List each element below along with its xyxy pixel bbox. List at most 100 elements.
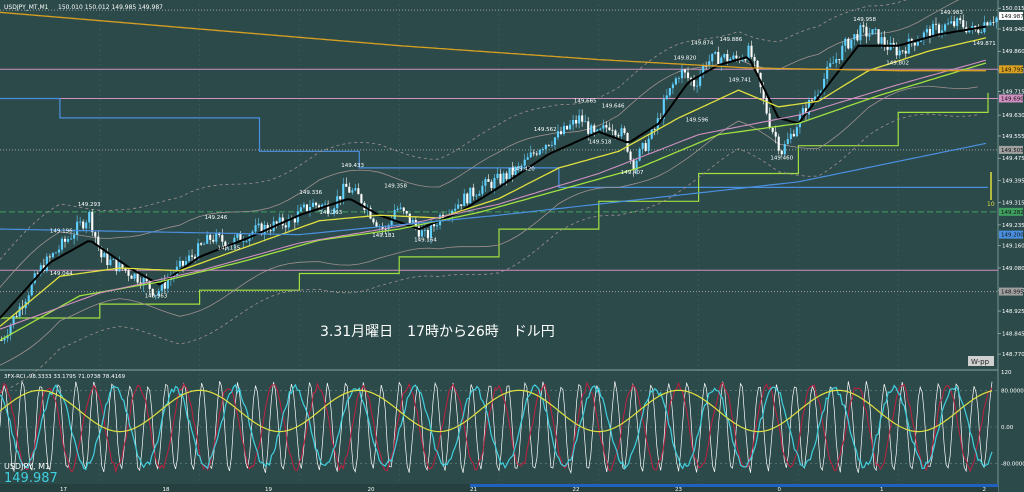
candle-body [242, 241, 245, 243]
candle-body [904, 50, 907, 54]
candle-body [756, 60, 759, 73]
price-label: 149.665 [574, 98, 597, 104]
price-label: 149.871 [973, 41, 996, 47]
time-tick-label: 1 [880, 487, 884, 492]
candle-body [895, 46, 898, 56]
candle-body [620, 128, 623, 137]
price-tag-label: 149.690 [1001, 96, 1024, 102]
price-label: 149.518 [589, 139, 612, 145]
candle-body [469, 187, 472, 204]
candle-body [496, 173, 499, 178]
candle-body [683, 69, 687, 73]
candle-body [841, 45, 844, 60]
candle-body [916, 41, 919, 46]
candle-body [653, 129, 656, 130]
candle-body [299, 207, 302, 212]
price-label: 149.562 [534, 127, 557, 133]
candle-body [541, 148, 544, 150]
candle-body [357, 188, 360, 195]
candle-body [51, 253, 54, 258]
candle-body [487, 179, 490, 182]
price-label: 149.358 [384, 184, 407, 190]
candle-body [30, 283, 33, 296]
candle-body [57, 249, 61, 253]
candle-body [696, 85, 699, 87]
candle-body [212, 239, 215, 242]
candle-body [671, 84, 674, 89]
candle-body [850, 39, 853, 49]
candle-body [402, 207, 405, 212]
vertical-marker-label: 10 [987, 201, 995, 208]
candle-body [94, 232, 97, 237]
candle-body [115, 258, 118, 272]
candle-body [490, 181, 493, 188]
candle-body [339, 196, 342, 200]
candle-body [284, 225, 287, 228]
price-tick-label: 148.770 [1002, 352, 1024, 358]
candle-body [668, 88, 671, 96]
price-label: 149.874 [691, 40, 714, 46]
candle-body [124, 268, 127, 271]
candle-body [726, 54, 729, 62]
price-chart[interactable]: 149.196 149.293 149.044 148.963 149.246 149.1… [0, 0, 1024, 492]
candle-body [711, 53, 714, 62]
candle-body [569, 124, 572, 130]
price-tag-label: 148.995 [1001, 290, 1024, 296]
candle-body [856, 34, 859, 41]
candle-body [54, 252, 58, 254]
candle-body [647, 138, 650, 151]
candle-body [937, 24, 941, 34]
candle-body [399, 207, 402, 209]
candle-body [66, 239, 70, 242]
candle-body [572, 119, 575, 125]
candle-body [544, 144, 547, 149]
candle-body [835, 59, 838, 63]
candle-body [774, 131, 777, 137]
price-label: 148.963 [145, 293, 168, 299]
price-label: 149.196 [50, 229, 73, 235]
candle-body [883, 37, 886, 46]
candle-body [505, 173, 508, 180]
candle-body [874, 29, 877, 31]
candle-body [832, 62, 835, 64]
price-tick-label: 149.160 [1002, 244, 1024, 250]
time-tick-label: 19 [265, 487, 272, 492]
candle-body [478, 193, 481, 196]
candle-body [750, 45, 753, 58]
candle-body [877, 29, 880, 44]
indicator-level-label: 80.0000 [1001, 388, 1024, 394]
price-tick-label: 149.940 [1002, 27, 1024, 33]
price-tag-label: 149.200 [1001, 233, 1024, 239]
candle-body [565, 125, 569, 130]
price-label: 149.433 [341, 163, 364, 169]
candle-body [871, 29, 874, 35]
candle-body [200, 243, 203, 245]
price-label: 149.181 [372, 233, 395, 239]
candle-body [76, 221, 79, 235]
price-label: 149.164 [414, 238, 437, 244]
price-tick-label: 149.860 [1002, 49, 1024, 55]
candle-body [475, 195, 478, 197]
candle-body [732, 55, 735, 59]
candle-body [744, 58, 747, 61]
candle-body [868, 34, 871, 37]
candle-body [765, 97, 768, 114]
candle-body [556, 131, 560, 138]
candle-body [466, 193, 469, 204]
candle-body [408, 213, 411, 223]
candle-body [269, 230, 272, 232]
candle-body [502, 173, 505, 184]
candle-body [665, 95, 668, 100]
candle-body [590, 125, 593, 134]
candle-body [127, 270, 130, 276]
candle-body [934, 23, 938, 25]
annotation-text: 3.31月曜日 17時から26時 ドル円 [320, 324, 555, 340]
candle-body [308, 206, 312, 211]
indicator-level-label: 0.00 [1001, 425, 1014, 431]
candle-body [275, 221, 278, 224]
candle-body [562, 125, 566, 135]
price-tick-label: 149.555 [1002, 134, 1024, 140]
price-label: 149.293 [78, 202, 101, 208]
candle-body [82, 221, 85, 229]
price-label: 149.646 [602, 104, 625, 110]
